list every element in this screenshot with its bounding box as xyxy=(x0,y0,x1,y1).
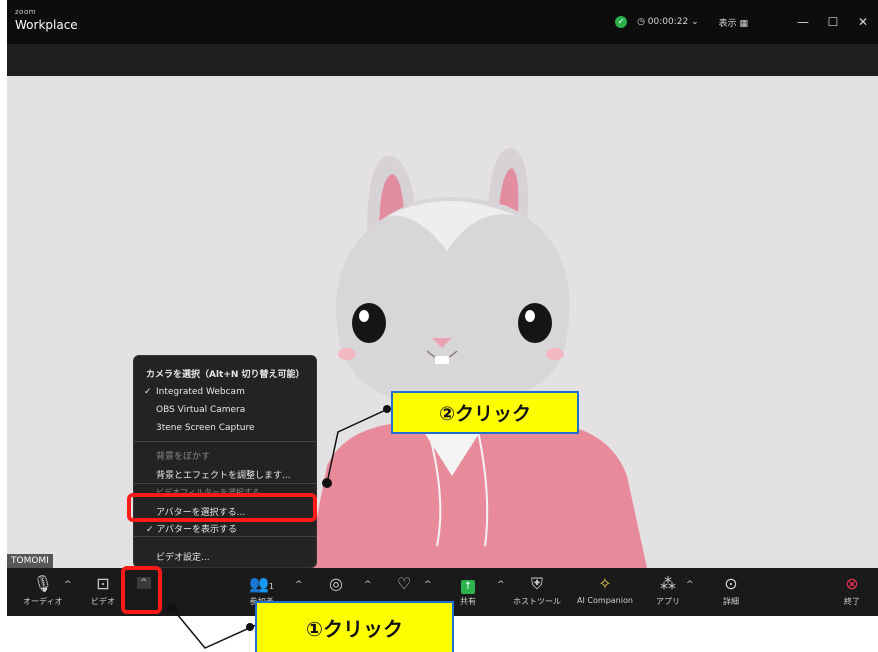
shield-icon: ⛨ xyxy=(530,574,543,593)
encryption-shield-icon[interactable]: ✓ xyxy=(615,16,628,28)
chat-options-caret[interactable]: ^ xyxy=(364,580,372,590)
audio-options-caret[interactable]: ^ xyxy=(64,580,72,590)
camera-obs-virtual[interactable]: OBS Virtual Camera xyxy=(156,405,245,415)
apps-icon: ⁂ xyxy=(660,574,676,593)
meeting-timer[interactable]: ◷ 00:00:22 ⌄ xyxy=(637,17,699,27)
menu-divider xyxy=(134,536,316,537)
end-icon: ⊗ xyxy=(845,574,859,593)
avatar-highlight-box xyxy=(127,493,317,522)
video-off-icon: ⊡ xyxy=(96,574,110,593)
menu-divider xyxy=(134,441,316,442)
caret-highlight-box xyxy=(121,566,162,614)
video-label: ビデオ xyxy=(91,597,115,606)
step1-callout: ①クリック xyxy=(255,601,454,652)
title-bar: zoom Workplace ✓ ◷ 00:00:22 ⌄ 表示 ▦ — ☐ ✕ xyxy=(7,0,878,44)
view-menu-button[interactable]: 表示 ▦ xyxy=(719,16,748,29)
more-button[interactable]: ⊙ 詳細 xyxy=(723,574,739,607)
share-options-caret[interactable]: ^ xyxy=(497,580,505,590)
participant-name-tag: TOMOMI xyxy=(7,554,53,568)
video-button[interactable]: ⊡ ビデオ xyxy=(91,574,115,607)
apps-options-caret[interactable]: ^ xyxy=(686,580,694,590)
video-options-menu: カメラを選択（Alt+N 切り替え可能） ✓ Integrated Webcam… xyxy=(133,355,317,568)
show-avatar-label: アバターを表示する xyxy=(156,525,238,535)
participants-options-caret[interactable]: ^ xyxy=(295,580,303,590)
step2-callout: ②クリック xyxy=(391,391,579,434)
reactions-options-caret[interactable]: ^ xyxy=(424,580,432,590)
camera-3tene-capture[interactable]: 3tene Screen Capture xyxy=(156,423,254,433)
ai-companion-label: AI Companion xyxy=(577,596,633,605)
heart-icon: ♡ xyxy=(397,574,412,593)
share-button[interactable]: ↑ 共有 xyxy=(460,574,476,607)
apps-label: アプリ xyxy=(656,597,680,606)
audio-button[interactable]: 🎙 オーディオ xyxy=(23,574,62,607)
more-icon: ⊙ xyxy=(724,574,738,593)
menu-divider xyxy=(134,483,316,484)
blur-background-item[interactable]: 背景をぼかす xyxy=(156,449,210,462)
chat-icon: ◎ xyxy=(329,574,343,593)
participants-count: 1 xyxy=(268,582,275,591)
adjust-effects-item[interactable]: 背景とエフェクトを調整します... xyxy=(156,468,291,481)
menu-header: カメラを選択（Alt+N 切り替え可能） xyxy=(146,370,305,380)
end-label: 終了 xyxy=(844,597,860,606)
audio-label: オーディオ xyxy=(23,597,63,606)
participants-icon: 👥1 xyxy=(249,574,275,593)
host-tools-button[interactable]: ⛨ ホストツール xyxy=(513,574,561,607)
more-label: 詳細 xyxy=(723,597,739,606)
ai-companion-button[interactable]: ✧ AI Companion xyxy=(574,574,636,605)
camera-integrated-webcam[interactable]: Integrated Webcam xyxy=(156,387,245,397)
zoom-logo-small: zoom xyxy=(15,8,37,16)
checkmark-icon: ✓ xyxy=(144,387,152,397)
video-settings-item[interactable]: ビデオ設定... xyxy=(156,550,210,563)
share-label: 共有 xyxy=(460,597,476,606)
apps-button[interactable]: ⁂ アプリ xyxy=(656,574,680,607)
show-avatar-item[interactable]: ✓ アバターを表示する xyxy=(146,522,237,535)
sparkle-icon: ✧ xyxy=(598,574,612,593)
reactions-button[interactable]: ♡ xyxy=(397,574,411,594)
meeting-subbar xyxy=(7,44,878,76)
workplace-logo: Workplace xyxy=(15,18,78,32)
minimize-button[interactable]: — xyxy=(788,15,818,29)
close-window-button[interactable]: ✕ xyxy=(848,15,878,29)
share-icon: ↑ xyxy=(460,574,476,594)
microphone-icon: 🎙 xyxy=(32,574,53,593)
maximize-button[interactable]: ☐ xyxy=(818,15,848,29)
host-tools-label: ホストツール xyxy=(513,597,561,606)
chat-button[interactable]: ◎ xyxy=(329,574,343,594)
end-meeting-button[interactable]: ⊗ 終了 xyxy=(844,574,860,607)
